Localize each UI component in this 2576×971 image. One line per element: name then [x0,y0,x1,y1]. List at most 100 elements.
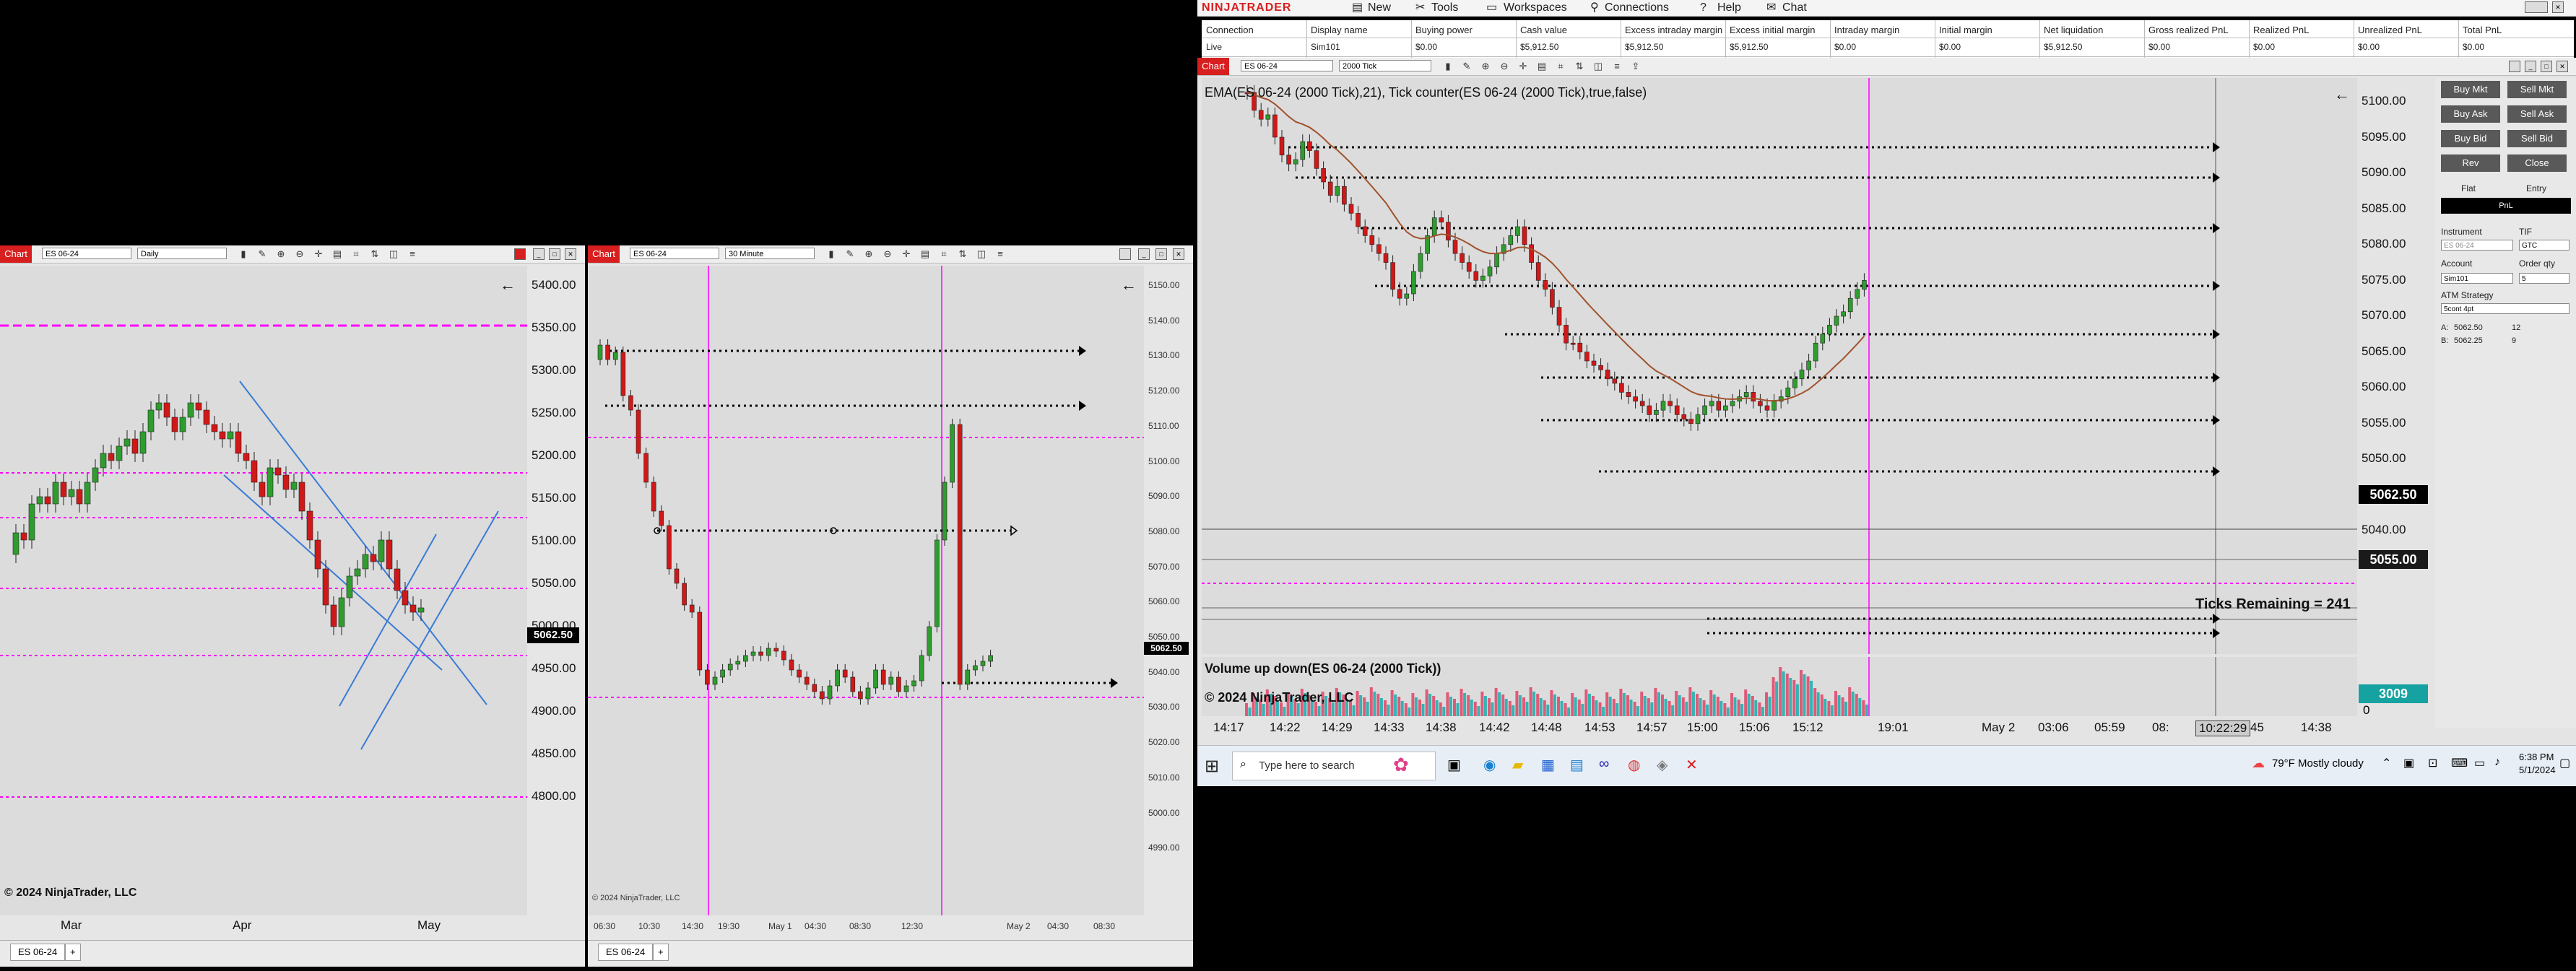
period-selector[interactable]: 2000 Tick [1339,60,1431,71]
account-column-header[interactable]: Total PnL [2463,25,2502,35]
account-column-header[interactable]: Display name [1311,25,1368,35]
tab-es-06-24[interactable]: ES 06-24 [598,944,654,961]
menu-workspaces[interactable]: Workspaces [1504,1,1567,14]
30min-price-axis[interactable]: 5150.00 5140.00 5130.00 5120.00 5110.00 5100.… [1144,266,1193,915]
tick-time-axis[interactable]: 14:17 14:22 14:29 14:33 14:38 14:42 14:48 14:53… [1202,716,2357,742]
strategies-icon[interactable]: ⌗ [1554,60,1567,73]
daily-time-axis[interactable]: Mar Apr May [0,915,527,936]
account-column-header[interactable]: Excess intraday margin [1625,25,1722,35]
volume-panel[interactable]: Volume up down(ES 06-24 (2000 Tick)) © 2… [1202,657,2357,716]
ninjatrader-icon[interactable]: ✕ [1686,756,1698,774]
accounts-grid[interactable]: Connection Live Display name Sim101 Buying p… [1202,20,2574,58]
indicators-icon[interactable]: ▤ [1535,60,1548,73]
link-app-icon[interactable]: ∞ [1599,756,1609,772]
tick-price-panel[interactable]: ← EMA(ES 06-24 (2000 Tick),21), Tick cou… [1202,78,2357,654]
close-position-button[interactable]: Close [2507,154,2567,172]
notifications-icon[interactable]: ▢ [2559,756,2570,770]
link-button[interactable] [1119,248,1131,260]
daily-price-panel[interactable]: ← © 2024 NinjaTrader, LLC [0,266,527,915]
account-column-header[interactable]: Connection [1206,25,1254,35]
30min-price-panel[interactable]: ← © 2024 NinjaTrader, LLC [588,266,1144,915]
chart-tag[interactable]: Chart [1197,58,1229,75]
menu-new[interactable]: New [1368,1,1391,14]
minimize-button[interactable]: _ [1138,248,1150,260]
chart-trader-icon[interactable]: ⇅ [956,248,969,261]
tif-select[interactable]: GTC [2519,240,2570,251]
tab-es-06-24[interactable]: ES 06-24 [10,944,66,961]
reverse-button[interactable]: Rev [2441,154,2500,172]
zoom-in-icon[interactable]: ⊕ [274,248,287,261]
keyboard-icon[interactable]: ⌨ [2451,756,2468,770]
drawing-tool-icon[interactable]: ✎ [1460,60,1473,73]
link-button[interactable] [2509,61,2520,72]
atm-strategy-select[interactable]: 5cont 4pt [2441,303,2570,314]
volume-icon[interactable]: ♪ [2494,756,2500,769]
bar-type-icon[interactable]: ▮ [237,248,250,261]
add-tab-button[interactable]: + [65,944,81,961]
menu-tools[interactable]: Tools [1431,1,1458,14]
minimize-button[interactable]: _ [533,248,545,260]
account-column-header[interactable]: Cash value [1520,25,1567,35]
app-icon[interactable]: ▤ [1570,756,1584,774]
add-tab-button[interactable]: + [653,944,669,961]
30min-time-axis[interactable]: 06:30 10:30 14:30 19:30 May 1 04:30 08:30 12:30… [588,915,1144,936]
sell-bid-button[interactable]: Sell Bid [2507,130,2567,147]
crosshair-icon[interactable]: ✛ [1517,60,1530,73]
account-column-header[interactable]: Net liquidation [2044,25,2103,35]
bar-type-icon[interactable]: ▮ [1441,60,1454,73]
share-icon[interactable]: ⇪ [1629,60,1642,73]
link-button[interactable] [514,248,526,260]
account-column-header[interactable]: Realized PnL [2253,25,2309,35]
account-select[interactable]: Sim101 [2441,273,2513,284]
edge-icon[interactable]: ◉ [1483,756,1496,774]
close-button[interactable]: ✕ [2557,61,2568,72]
menu-chat[interactable]: Chat [1782,1,1807,14]
properties-icon[interactable]: ≡ [406,248,419,261]
drawing-tool-icon[interactable]: ✎ [844,248,857,261]
chart-tag[interactable]: Chart [588,245,620,263]
zoom-in-icon[interactable]: ⊕ [1479,60,1492,73]
task-view-icon[interactable]: ▣ [1447,756,1461,774]
period-selector[interactable]: 30 Minute [725,248,815,259]
start-button[interactable]: ⊞ [1205,756,1219,777]
tray-app2-icon[interactable]: ⊡ [2428,756,2437,770]
drawing-tool-icon[interactable]: ✎ [256,248,269,261]
zoom-out-icon[interactable]: ⊖ [293,248,306,261]
snapshot-icon[interactable]: ◫ [387,248,400,261]
sell-ask-button[interactable]: Sell Ask [2507,105,2567,123]
chrome-icon[interactable]: ◍ [1628,756,1640,774]
properties-icon[interactable]: ≡ [1610,60,1623,73]
tray-app-icon[interactable]: ▣ [2403,756,2414,770]
chart-trader-icon[interactable]: ⇅ [1573,60,1586,73]
account-column-header[interactable]: Initial margin [1939,25,1992,35]
buy-ask-button[interactable]: Buy Ask [2441,105,2500,123]
instrument-select[interactable]: ES 06-24 [2441,240,2513,251]
sell-market-button[interactable]: Sell Mkt [2507,81,2567,98]
menu-connections[interactable]: Connections [1605,1,1669,14]
maximize-button[interactable]: □ [1155,248,1167,260]
account-column-header[interactable]: Intraday margin [1834,25,1899,35]
close-button[interactable]: ✕ [2552,1,2564,13]
file-explorer-icon[interactable]: ▰ [1512,756,1523,774]
daily-price-axis[interactable]: 5400.00 5350.00 5300.00 5250.00 5200.00 5150.… [527,266,585,915]
window-button[interactable] [2525,1,2548,13]
buy-market-button[interactable]: Buy Mkt [2441,81,2500,98]
chart-tag[interactable]: Chart [0,245,32,263]
weather-text[interactable]: 79°F Mostly cloudy [2272,757,2364,770]
account-column-header[interactable]: Buying power [1415,25,1473,35]
snapshot-icon[interactable]: ◫ [1592,60,1605,73]
store-icon[interactable]: ▦ [1541,756,1555,774]
app2-icon[interactable]: ◈ [1657,756,1668,774]
instrument-selector[interactable]: ES 06-24 [1241,60,1333,71]
tick-price-axis[interactable]: 5100.00 5095.00 5090.00 5085.00 5080.00 5075.… [2357,78,2432,717]
strategies-icon[interactable]: ⌗ [937,248,950,261]
crosshair-icon[interactable]: ✛ [312,248,325,261]
tray-chevron-icon[interactable]: ⌃ [2382,756,2391,770]
network-icon[interactable]: ▭ [2474,756,2485,770]
maximize-button[interactable]: □ [549,248,560,260]
zoom-out-icon[interactable]: ⊖ [1498,60,1511,73]
clock-date[interactable]: 5/1/2024 [2519,765,2556,775]
maximize-button[interactable]: □ [2541,61,2552,72]
order-qty-stepper[interactable]: 5 [2519,273,2570,284]
minimize-button[interactable]: _ [2525,61,2536,72]
